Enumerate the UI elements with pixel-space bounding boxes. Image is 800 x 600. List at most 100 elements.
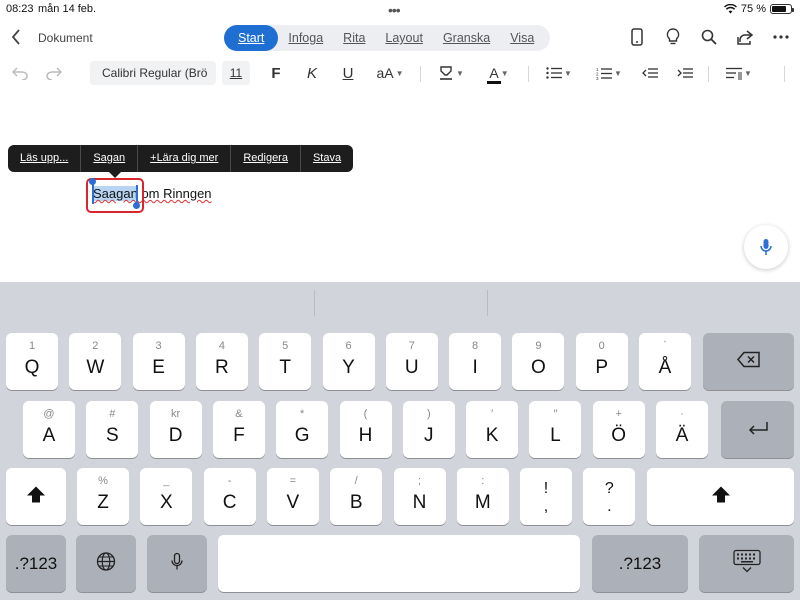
key-ä[interactable]: · Ä: [656, 401, 708, 458]
lightbulb-icon[interactable]: [664, 28, 682, 46]
key-alt-label: kr: [171, 408, 181, 420]
wifi-icon: [723, 4, 737, 14]
key-ö[interactable]: + Ö: [592, 401, 645, 458]
key-j[interactable]: ) J: [402, 401, 455, 458]
key-label: K: [485, 425, 499, 446]
key-label: J: [424, 425, 434, 446]
menu-item-spell[interactable]: Stava: [301, 145, 353, 172]
tab-rita[interactable]: Rita: [333, 25, 375, 51]
key-label: H: [358, 425, 373, 446]
key-c[interactable]: -C: [203, 468, 256, 525]
menu-item-learn-word[interactable]: +Lära dig mer: [138, 145, 232, 172]
key-label: L: [550, 425, 561, 446]
bullet-list-icon[interactable]: ▼: [542, 58, 576, 88]
key-exclaim-comma[interactable]: !,: [520, 468, 572, 525]
shift-key-right[interactable]: [647, 468, 794, 525]
key-x[interactable]: _ X: [140, 468, 193, 525]
key-y[interactable]: 6Y: [322, 333, 375, 390]
key-alt-label: !: [543, 480, 549, 497]
key-e[interactable]: 3E: [132, 333, 185, 390]
numbers-key-right[interactable]: .?123: [592, 535, 688, 592]
phone-icon[interactable]: [628, 28, 646, 46]
decrease-indent-icon[interactable]: [640, 58, 660, 88]
tab-granska[interactable]: Granska: [433, 25, 500, 51]
font-color-button[interactable]: A ▼: [482, 58, 516, 88]
key-v[interactable]: = V: [266, 468, 319, 525]
key-alt-label: 6: [345, 340, 352, 352]
key-h[interactable]: (H: [339, 401, 392, 458]
tab-visa[interactable]: Visa: [500, 25, 544, 51]
key-w[interactable]: 2W: [69, 333, 122, 390]
key-n[interactable]: ; N: [393, 468, 446, 525]
paragraph-icon[interactable]: ▼: [722, 58, 756, 88]
paragraph-rest[interactable]: om Rinngen: [138, 186, 211, 201]
key-label: W: [86, 357, 105, 378]
font-size-field[interactable]: 11: [222, 61, 250, 85]
tab-layout[interactable]: Layout: [375, 25, 433, 51]
undo-icon[interactable]: [10, 58, 30, 88]
menu-item-read-aloud[interactable]: Läs upp...: [8, 145, 82, 172]
shift-key-left[interactable]: [6, 468, 66, 525]
font-name-field[interactable]: Calibri Regular (Brö: [90, 61, 216, 85]
key-alt-label: 3: [155, 340, 162, 352]
key-f[interactable]: & F: [212, 401, 265, 458]
key-question-period[interactable]: ?.: [583, 468, 636, 525]
key-b[interactable]: / B: [330, 468, 383, 525]
key-o[interactable]: 9O: [512, 333, 565, 390]
numbers-key-left[interactable]: .?123: [6, 535, 66, 592]
menu-item-edit[interactable]: Redigera: [231, 145, 301, 172]
key-å[interactable]: ` Å: [639, 333, 691, 390]
selection-end-handle[interactable]: [133, 202, 140, 209]
key-label: X: [159, 492, 173, 513]
underline-button[interactable]: U: [338, 58, 358, 88]
increase-indent-icon[interactable]: [675, 58, 695, 88]
dictate-button[interactable]: [744, 225, 788, 269]
app-header: Dokument Start Infoga Rita Layout Gransk…: [0, 20, 800, 56]
backspace-icon: [703, 351, 794, 372]
space-key[interactable]: [218, 535, 580, 592]
search-icon[interactable]: [700, 28, 718, 46]
key-label: Y: [342, 357, 355, 378]
key-z[interactable]: % Z: [77, 468, 129, 525]
key-alt-label: -: [227, 475, 232, 487]
key-u[interactable]: 7U: [385, 333, 438, 390]
key-t[interactable]: 5T: [259, 333, 312, 390]
multitasking-dots-icon[interactable]: •••: [388, 2, 401, 18]
share-icon[interactable]: [736, 28, 754, 46]
globe-key[interactable]: [76, 535, 136, 592]
key-alt-label: ″: [553, 408, 558, 420]
key-label: C: [222, 492, 237, 513]
key-i[interactable]: 8I: [449, 333, 502, 390]
key-label: G: [294, 425, 310, 446]
key-alt-label: &: [235, 408, 243, 420]
selection-start-handle[interactable]: [89, 178, 96, 185]
menu-item-suggestion[interactable]: Sagan: [81, 145, 139, 172]
numbered-list-icon[interactable]: 1 2 3 ▼: [592, 58, 626, 88]
back-chevron-icon[interactable]: [10, 28, 22, 49]
back-button-label[interactable]: Dokument: [38, 31, 93, 45]
more-icon[interactable]: [772, 28, 790, 46]
redo-icon[interactable]: [44, 58, 64, 88]
backspace-key[interactable]: [703, 333, 794, 390]
hide-keyboard-key[interactable]: [699, 535, 794, 592]
key-g[interactable]: * G: [276, 401, 329, 458]
text-size-button[interactable]: aA ▼: [372, 58, 408, 88]
bold-button[interactable]: F: [266, 58, 286, 88]
key-r[interactable]: 4R: [195, 333, 248, 390]
key-k[interactable]: ′ K: [466, 401, 519, 458]
return-key[interactable]: [721, 401, 794, 458]
key-s[interactable]: # S: [86, 401, 139, 458]
key-m[interactable]: :M: [456, 468, 509, 525]
key-l[interactable]: ″ L: [529, 401, 582, 458]
key-q[interactable]: 1Q: [6, 333, 58, 390]
key-alt-label: `: [663, 340, 667, 352]
key-label: ,: [543, 498, 549, 515]
highlighter-icon[interactable]: ▼: [434, 58, 468, 88]
italic-button[interactable]: K: [302, 58, 322, 88]
tab-infoga[interactable]: Infoga: [278, 25, 333, 51]
key-p[interactable]: 0P: [575, 333, 628, 390]
key-d[interactable]: kr D: [149, 401, 202, 458]
tab-start[interactable]: Start: [224, 25, 279, 51]
dictation-key[interactable]: [147, 535, 207, 592]
key-a[interactable]: @ A: [23, 401, 75, 458]
